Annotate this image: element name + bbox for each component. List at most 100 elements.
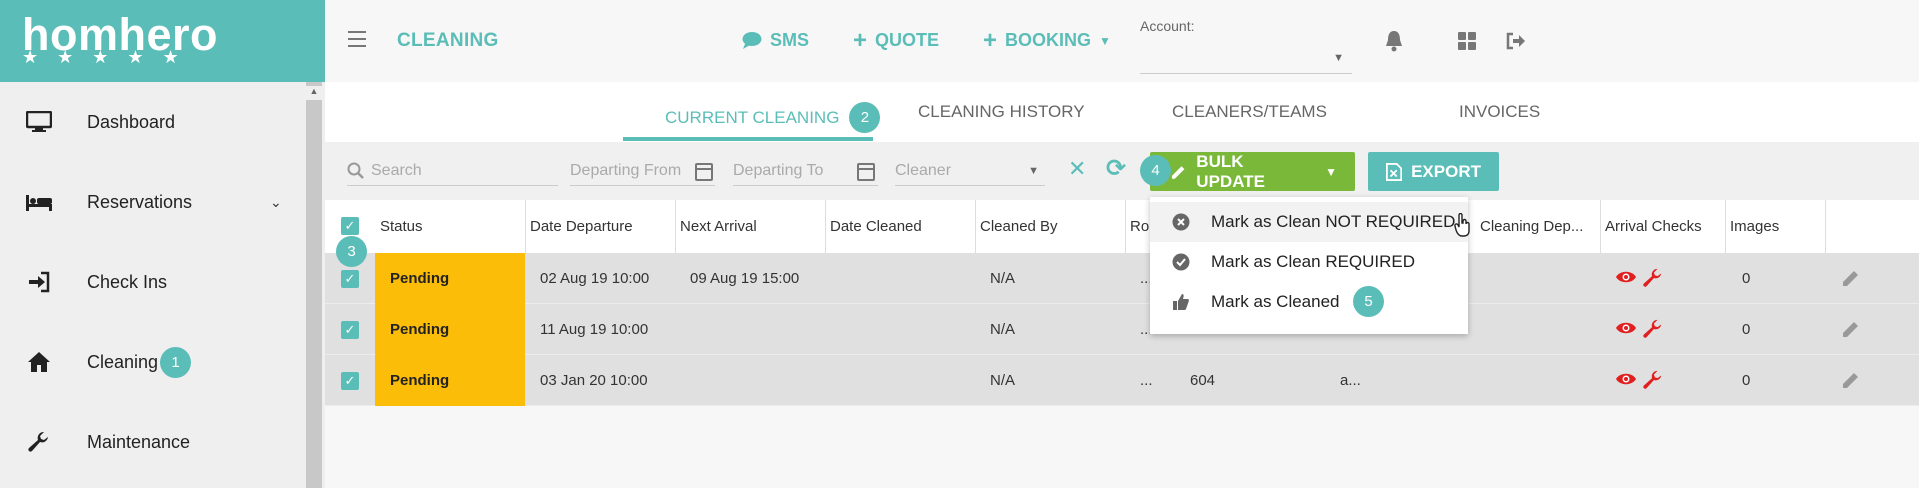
row-checkbox[interactable]: ✓ [341, 270, 359, 288]
wrench-icon[interactable] [1643, 370, 1663, 395]
plus-icon: + [983, 26, 998, 54]
menu-item-label: Mark as Cleaned [1211, 292, 1340, 311]
quote-button[interactable]: + QUOTE [853, 28, 939, 52]
refresh-icon[interactable]: ⟳ [1106, 154, 1126, 183]
cleaned-by-cell: N/A [990, 372, 1016, 389]
column-header-status[interactable]: Status [380, 218, 423, 235]
tab-label: INVOICES [1459, 102, 1541, 121]
sign-out-icon[interactable] [1505, 30, 1527, 52]
sidebar-item-label: Reservations [87, 191, 193, 212]
status-badge: Pending [375, 304, 525, 355]
column-divider [975, 200, 976, 253]
cleaner-select[interactable]: Cleaner ▼ [895, 156, 1045, 186]
clear-filters-icon[interactable]: ✕ [1068, 156, 1086, 182]
column-header-cleaning-dep[interactable]: Cleaning Dep... [1480, 218, 1583, 235]
account-select[interactable]: ▼ [1140, 44, 1352, 74]
tab-label: CLEANING HISTORY [918, 102, 1085, 121]
grid-apps-icon[interactable] [1456, 30, 1478, 52]
sidebar-item-label: Dashboard [87, 111, 176, 132]
bell-icon[interactable] [1383, 30, 1405, 52]
edit-pencil-icon[interactable] [1841, 268, 1861, 293]
table-row[interactable]: ✓ Pending 11 Aug 19 10:00 N/A ... 0 [325, 304, 1919, 355]
column-header-arrival-checks[interactable]: Arrival Checks [1605, 218, 1702, 235]
column-header-date-cleaned[interactable]: Date Cleaned [830, 218, 922, 235]
hamburger-menu-icon[interactable] [348, 31, 366, 47]
tab-current-cleaning[interactable]: CURRENT CLEANING 2 [665, 102, 881, 133]
sidebar-item-maintenance[interactable]: Maintenance [0, 402, 305, 482]
sidebar-item-check-ins[interactable]: Check Ins [0, 242, 305, 322]
menu-item-clean-not-required[interactable]: Mark as Clean NOT REQUIRED [1150, 202, 1470, 242]
sidebar-item-cleaning[interactable]: Cleaning 1 [0, 322, 305, 402]
row-checkbox[interactable]: ✓ [341, 321, 359, 339]
page-title: CLEANING [397, 30, 499, 51]
eye-icon[interactable] [1615, 269, 1637, 290]
sidebar-item-reservations[interactable]: Reservations ⌄ [0, 162, 305, 242]
menu-item-mark-cleaned[interactable]: Mark as Cleaned 5 [1150, 282, 1468, 322]
column-header-ro[interactable]: Ro [1130, 218, 1149, 235]
calendar-icon[interactable] [695, 163, 713, 181]
edit-pencil-icon[interactable] [1841, 370, 1861, 395]
caret-down-icon: ▼ [1099, 33, 1111, 48]
monitor-icon [26, 109, 52, 135]
sign-in-icon [26, 269, 52, 295]
column-divider [825, 200, 826, 253]
column-header-images[interactable]: Images [1730, 218, 1779, 235]
bulk-update-button[interactable]: BULK UPDATE ▼ [1150, 152, 1355, 191]
column-header-next-arrival[interactable]: Next Arrival [680, 218, 757, 235]
top-bar: CLEANING SMS + QUOTE + BOOKING ▼ Account… [325, 0, 1919, 82]
table-row[interactable]: ✓ Pending 03 Jan 20 10:00 N/A ... 604 a.… [325, 355, 1919, 406]
tab-invoices[interactable]: INVOICES [1459, 102, 1540, 122]
tab-cleaners-teams[interactable]: CLEANERS/TEAMS [1172, 102, 1327, 122]
search-icon [347, 162, 364, 179]
table-header: ✓ Status Date Departure Next Arrival Dat… [325, 200, 1919, 253]
sms-button[interactable]: SMS [742, 30, 809, 51]
chevron-down-icon[interactable]: ⌄ [270, 194, 282, 211]
filter-bar: Search Departing From Departing To Clean… [325, 142, 1919, 200]
tab-bar: CURRENT CLEANING 2 CLEANING HISTORY CLEA… [325, 82, 1919, 142]
column-header-cleaned-by[interactable]: Cleaned By [980, 218, 1058, 235]
departing-from-field[interactable]: Departing From [570, 156, 715, 186]
sidebar-scrollbar[interactable] [306, 82, 322, 488]
account-label: Account: [1140, 18, 1195, 34]
brand-logo[interactable]: homhero ★★★★★ [0, 0, 325, 82]
table-cell: 604 [1190, 372, 1216, 389]
row-checkbox[interactable]: ✓ [341, 372, 359, 390]
bed-icon [26, 189, 52, 215]
booking-label: BOOKING [1005, 30, 1092, 50]
wrench-icon[interactable] [1643, 268, 1663, 293]
menu-item-clean-required[interactable]: Mark as Clean REQUIRED [1150, 242, 1468, 282]
x-circle-icon [1172, 213, 1190, 231]
status-badge: Pending [375, 253, 525, 304]
date-departure-cell: 02 Aug 19 10:00 [540, 270, 650, 287]
hand-pointer-cursor-icon [1454, 212, 1472, 242]
sidebar: homhero ★★★★★ Dashboard Reservations ⌄ C… [0, 0, 325, 488]
export-button[interactable]: EXPORT [1368, 152, 1499, 191]
tab-cleaning-history[interactable]: CLEANING HISTORY [918, 102, 1085, 122]
sms-label: SMS [770, 30, 810, 50]
wrench-icon[interactable] [1643, 319, 1663, 344]
select-all-checkbox[interactable]: ✓ [341, 217, 359, 235]
caret-down-icon: ▼ [1333, 52, 1344, 64]
sidebar-item-dashboard[interactable]: Dashboard [0, 82, 305, 162]
column-header-date-departure[interactable]: Date Departure [530, 218, 633, 235]
calendar-icon[interactable] [857, 163, 875, 181]
column-divider [1600, 200, 1601, 253]
column-divider [1825, 200, 1826, 253]
table-row[interactable]: ✓ Pending 02 Aug 19 10:00 09 Aug 19 15:0… [325, 253, 1919, 304]
eye-icon[interactable] [1615, 371, 1637, 392]
search-input[interactable]: Search [347, 156, 558, 186]
bulk-update-label: BULK UPDATE [1196, 151, 1265, 191]
table-cell: a... [1340, 372, 1361, 389]
column-divider [1125, 200, 1126, 253]
scroll-up-arrow-icon[interactable]: ▲ [306, 86, 322, 100]
chat-bubble-icon [742, 32, 762, 49]
cleaner-placeholder: Cleaner [895, 161, 952, 179]
active-tab-indicator [623, 137, 873, 141]
edit-pencil-icon[interactable] [1841, 319, 1861, 344]
cleaned-by-cell: N/A [990, 321, 1016, 338]
eye-icon[interactable] [1615, 320, 1637, 341]
booking-button[interactable]: + BOOKING ▼ [983, 26, 1111, 54]
wrench-icon [26, 429, 52, 455]
status-badge: Pending [375, 355, 525, 406]
tab-label: CURRENT CLEANING [665, 107, 840, 127]
